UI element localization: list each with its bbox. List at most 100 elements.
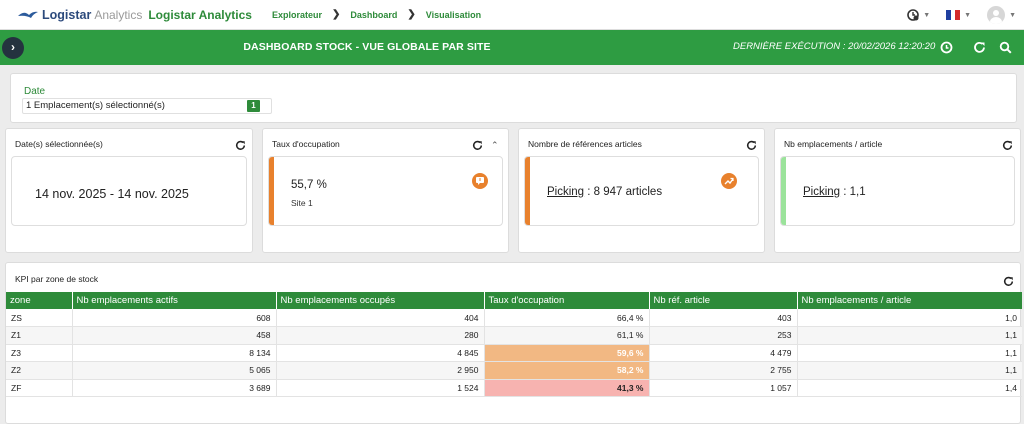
cell-occupied: 404 — [276, 309, 485, 327]
app-name[interactable]: Logistar Analytics — [148, 8, 252, 22]
french-flag-icon — [946, 10, 961, 20]
cell-refs: 2 755 — [649, 361, 798, 380]
refresh-icon[interactable] — [472, 140, 484, 152]
kpi-card: Picking : 1,1 — [780, 156, 1015, 226]
date-filter-field[interactable]: 1 Emplacement(s) sélectionné(s) — [22, 98, 272, 114]
user-menu[interactable]: ▼ — [987, 6, 1016, 24]
breadcrumb-dashboard[interactable]: Dashboard — [350, 10, 397, 20]
alert-comment-icon[interactable] — [472, 173, 488, 189]
selection-count-badge: 1 — [247, 100, 260, 112]
refresh-icon[interactable] — [235, 140, 247, 152]
selected-date-range: 14 nov. 2025 - 14 nov. 2025 — [35, 187, 189, 201]
language-menu[interactable]: ▼ — [946, 10, 971, 20]
chevron-down-icon: ▼ — [923, 11, 931, 19]
cell-rate: 59,6 % — [484, 344, 650, 362]
cell-zone: Z3 — [6, 344, 73, 362]
cell-refs: 1 057 — [649, 379, 798, 397]
refresh-icon[interactable] — [1003, 276, 1015, 288]
logo[interactable]: Logistar Analytics — [18, 8, 142, 22]
cell-refs: 403 — [649, 309, 798, 327]
cell-per-article: 1,1 — [797, 361, 1022, 380]
kpi-title: Date(s) sélectionnée(s) — [15, 139, 103, 149]
references-value: Picking : 8 947 articles — [547, 186, 663, 198]
cell-rate: 66,4 % — [484, 309, 650, 327]
per-article-value: Picking : 1,1 — [803, 186, 866, 198]
cell-active: 3 689 — [72, 379, 277, 397]
column-header[interactable]: Nb emplacements / article — [797, 292, 1022, 309]
chevron-right-icon: ❯ — [331, 9, 341, 20]
cell-rate: 41,3 % — [484, 379, 650, 397]
cell-zone: ZS — [6, 309, 73, 327]
column-header[interactable]: Nb réf. article — [649, 292, 798, 309]
chevron-up-icon[interactable]: ⌃ — [491, 140, 503, 152]
last-execution-text: DERNIÈRE EXÉCUTION : 20/02/2026 12:20:20 — [733, 41, 936, 52]
breadcrumb: Explorateur ❯ Dashboard ❯ Visualisation — [272, 9, 481, 20]
picking-link[interactable]: Picking — [803, 186, 840, 198]
kpi-card: Picking : 8 947 articles — [524, 156, 759, 226]
cell-active: 5 065 — [72, 361, 277, 380]
cell-occupied: 2 950 — [276, 361, 485, 380]
cell-rate: 61,1 % — [484, 326, 650, 345]
refresh-icon[interactable] — [972, 40, 986, 54]
history-icon[interactable] — [939, 40, 953, 54]
table-row[interactable]: Z2 5 065 2 950 58,2 % 2 755 1,1 — [6, 361, 1022, 380]
cell-per-article: 1,1 — [797, 344, 1022, 362]
kpi-title: Nb emplacements / article — [784, 139, 883, 149]
kpi-status-bar — [525, 157, 530, 225]
table-title: KPI par zone de stock — [15, 274, 99, 284]
column-header[interactable]: Nb emplacements actifs — [72, 292, 277, 309]
table-row[interactable]: ZS 608 404 66,4 % 403 1,0 — [6, 309, 1022, 327]
bird-logo-icon — [18, 9, 38, 21]
chevron-right-icon: ❯ — [407, 9, 416, 20]
zone-kpi-table-panel: KPI par zone de stock zone Nb emplacemen… — [5, 262, 1022, 424]
cell-rate: 58,2 % — [484, 361, 650, 380]
column-header[interactable]: Taux d'occupation — [484, 292, 650, 309]
refresh-icon[interactable] — [746, 140, 758, 152]
column-header[interactable]: zone — [6, 292, 73, 309]
cell-active: 608 — [72, 309, 277, 327]
cell-active: 8 134 — [72, 344, 277, 362]
cell-occupied: 4 845 — [276, 344, 485, 362]
notifications-menu[interactable]: ▼ — [907, 9, 930, 21]
logo-name: Logistar — [42, 7, 92, 22]
refresh-icon[interactable] — [1002, 140, 1014, 152]
cell-per-article: 1,4 — [797, 379, 1022, 397]
cell-zone: Z2 — [6, 361, 73, 380]
cell-occupied: 1 524 — [276, 379, 485, 397]
search-icon[interactable] — [998, 40, 1012, 54]
picking-link[interactable]: Picking — [547, 186, 584, 198]
kpi-card: 55,7 % Site 1 — [268, 156, 503, 226]
bell-history-icon — [907, 9, 919, 21]
cell-refs: 4 479 — [649, 344, 798, 362]
occupation-value: 55,7 % — [291, 179, 327, 191]
page-title: DASHBOARD STOCK - VUE GLOBALE PAR SITE — [243, 41, 491, 53]
date-filter-label: Date — [24, 86, 46, 97]
table-header-row: zone Nb emplacements actifs Nb emplaceme… — [6, 292, 1022, 309]
table-row[interactable]: Z1 458 280 61,1 % 253 1,1 — [6, 326, 1022, 345]
top-nav: Logistar Analytics Logistar Analytics Ex… — [0, 0, 1024, 30]
chevron-down-icon: ▼ — [964, 11, 972, 19]
logo-suffix: Analytics — [94, 7, 143, 22]
avatar — [987, 6, 1006, 24]
kpi-locations-per-article: Nb emplacements / article Picking : 1,1 — [774, 128, 1021, 253]
breadcrumb-visualisation[interactable]: Visualisation — [426, 10, 481, 20]
kpi-status-bar — [781, 157, 786, 225]
trend-up-icon[interactable] — [721, 173, 737, 189]
kpi-title: Taux d'occupation — [272, 139, 340, 149]
breadcrumb-explorateur[interactable]: Explorateur — [272, 10, 322, 20]
cell-active: 458 — [72, 326, 277, 345]
dashboard-header: › DASHBOARD STOCK - VUE GLOBALE PAR SITE… — [0, 30, 1024, 65]
zone-kpi-table: zone Nb emplacements actifs Nb emplaceme… — [6, 292, 1022, 397]
chevron-down-icon: ▼ — [1009, 11, 1016, 19]
kpi-article-references: Nombre de références articles Picking : … — [518, 128, 765, 253]
occupation-site: Site 1 — [291, 198, 313, 208]
column-header[interactable]: Nb emplacements occupés — [276, 292, 485, 309]
table-row[interactable]: Z3 8 134 4 845 59,6 % 4 479 1,1 — [6, 344, 1022, 362]
cell-refs: 253 — [649, 326, 798, 345]
cell-zone: Z1 — [6, 326, 73, 345]
kpi-selected-dates: Date(s) sélectionnée(s) 14 nov. 2025 - 1… — [5, 128, 253, 253]
cell-per-article: 1,1 — [797, 326, 1022, 345]
cell-zone: ZF — [6, 379, 73, 397]
table-row[interactable]: ZF 3 689 1 524 41,3 % 1 057 1,4 — [6, 379, 1022, 397]
cell-occupied: 280 — [276, 326, 485, 345]
